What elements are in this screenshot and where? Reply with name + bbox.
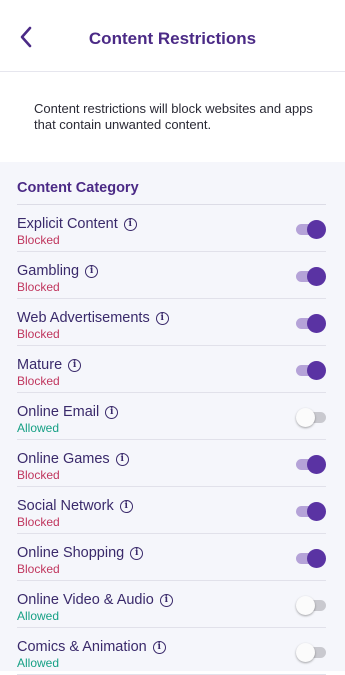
category-label: Mature xyxy=(17,357,63,373)
category-row: Online Games i Blocked xyxy=(17,440,326,487)
category-label: Explicit Content xyxy=(17,216,118,232)
category-status: Blocked xyxy=(17,374,60,388)
category-toggle[interactable] xyxy=(296,265,326,287)
category-name: Web Advertisements i xyxy=(17,310,169,326)
category-name: Online Email i xyxy=(17,404,119,420)
category-label: Online Games xyxy=(17,451,110,467)
info-icon[interactable]: i xyxy=(123,217,137,231)
category-status: Allowed xyxy=(17,609,60,623)
category-status: Blocked xyxy=(17,468,60,482)
info-icon[interactable]: i xyxy=(119,499,133,513)
category-status: Blocked xyxy=(17,515,60,529)
category-name: Explicit Content i xyxy=(17,216,137,232)
description-panel: Content restrictions will block websites… xyxy=(0,72,345,162)
toggle-knob xyxy=(307,220,326,239)
category-row: Explicit Content i Blocked xyxy=(17,205,326,252)
category-status: Blocked xyxy=(17,233,60,247)
info-icon[interactable]: i xyxy=(105,405,119,419)
category-toggle[interactable] xyxy=(296,406,326,428)
category-name: Online Games i xyxy=(17,451,129,467)
info-icon[interactable]: i xyxy=(159,593,173,607)
category-toggle[interactable] xyxy=(296,547,326,569)
category-row: Web Advertisements i Blocked xyxy=(17,299,326,346)
category-status: Blocked xyxy=(17,562,60,576)
category-label: Comics & Animation xyxy=(17,639,147,655)
category-row: Online Shopping i Blocked xyxy=(17,534,326,581)
category-name: Comics & Animation i xyxy=(17,639,166,655)
category-list-panel: Content Category Explicit Content i Bloc… xyxy=(0,162,345,675)
section-title: Content Category xyxy=(17,180,139,196)
info-icon[interactable]: i xyxy=(155,311,169,325)
category-toggle[interactable] xyxy=(296,594,326,616)
category-name: Mature i xyxy=(17,357,82,373)
category-row: Social Network i Blocked xyxy=(17,487,326,534)
category-toggle[interactable] xyxy=(296,312,326,334)
toggle-knob xyxy=(307,549,326,568)
category-status: Allowed xyxy=(17,421,60,435)
category-toggle[interactable] xyxy=(296,453,326,475)
toggle-knob xyxy=(296,643,315,662)
category-row: Mature i Blocked xyxy=(17,346,326,393)
category-toggle[interactable] xyxy=(296,641,326,663)
category-name: Online Video & Audio i xyxy=(17,592,173,608)
category-list: Explicit Content i Blocked Gambling i Bl… xyxy=(0,205,345,675)
info-icon[interactable]: i xyxy=(68,358,82,372)
category-row: Online Video & Audio i Allowed xyxy=(17,581,326,628)
category-toggle[interactable] xyxy=(296,359,326,381)
category-label: Online Shopping xyxy=(17,545,125,561)
info-icon[interactable]: i xyxy=(85,264,99,278)
header-bar: Content Restrictions xyxy=(0,0,345,72)
category-label: Web Advertisements xyxy=(17,310,150,326)
category-status: Blocked xyxy=(17,280,60,294)
toggle-knob xyxy=(307,361,326,380)
category-row: Comics & Animation i Allowed xyxy=(17,628,326,675)
category-row: Gambling i Blocked xyxy=(17,252,326,299)
category-toggle[interactable] xyxy=(296,500,326,522)
toggle-knob xyxy=(307,267,326,286)
toggle-knob xyxy=(296,596,315,615)
category-label: Online Email xyxy=(17,404,100,420)
info-icon[interactable]: i xyxy=(152,640,166,654)
page-title: Content Restrictions xyxy=(88,29,257,48)
category-name: Social Network i xyxy=(17,498,133,514)
category-label: Social Network xyxy=(17,498,114,514)
category-toggle[interactable] xyxy=(296,218,326,240)
toggle-knob xyxy=(307,502,326,521)
info-icon[interactable]: i xyxy=(130,546,144,560)
category-label: Online Video & Audio xyxy=(17,592,154,608)
description-text: Content restrictions will block websites… xyxy=(34,101,313,132)
toggle-knob xyxy=(296,408,315,427)
toggle-knob xyxy=(307,455,326,474)
toggle-knob xyxy=(307,314,326,333)
category-status: Allowed xyxy=(17,656,60,670)
category-row: Online Email i Allowed xyxy=(17,393,326,440)
category-name: Online Shopping i xyxy=(17,545,144,561)
info-icon[interactable]: i xyxy=(115,452,129,466)
category-status: Blocked xyxy=(17,327,60,341)
category-label: Gambling xyxy=(17,263,80,279)
category-name: Gambling i xyxy=(17,263,99,279)
